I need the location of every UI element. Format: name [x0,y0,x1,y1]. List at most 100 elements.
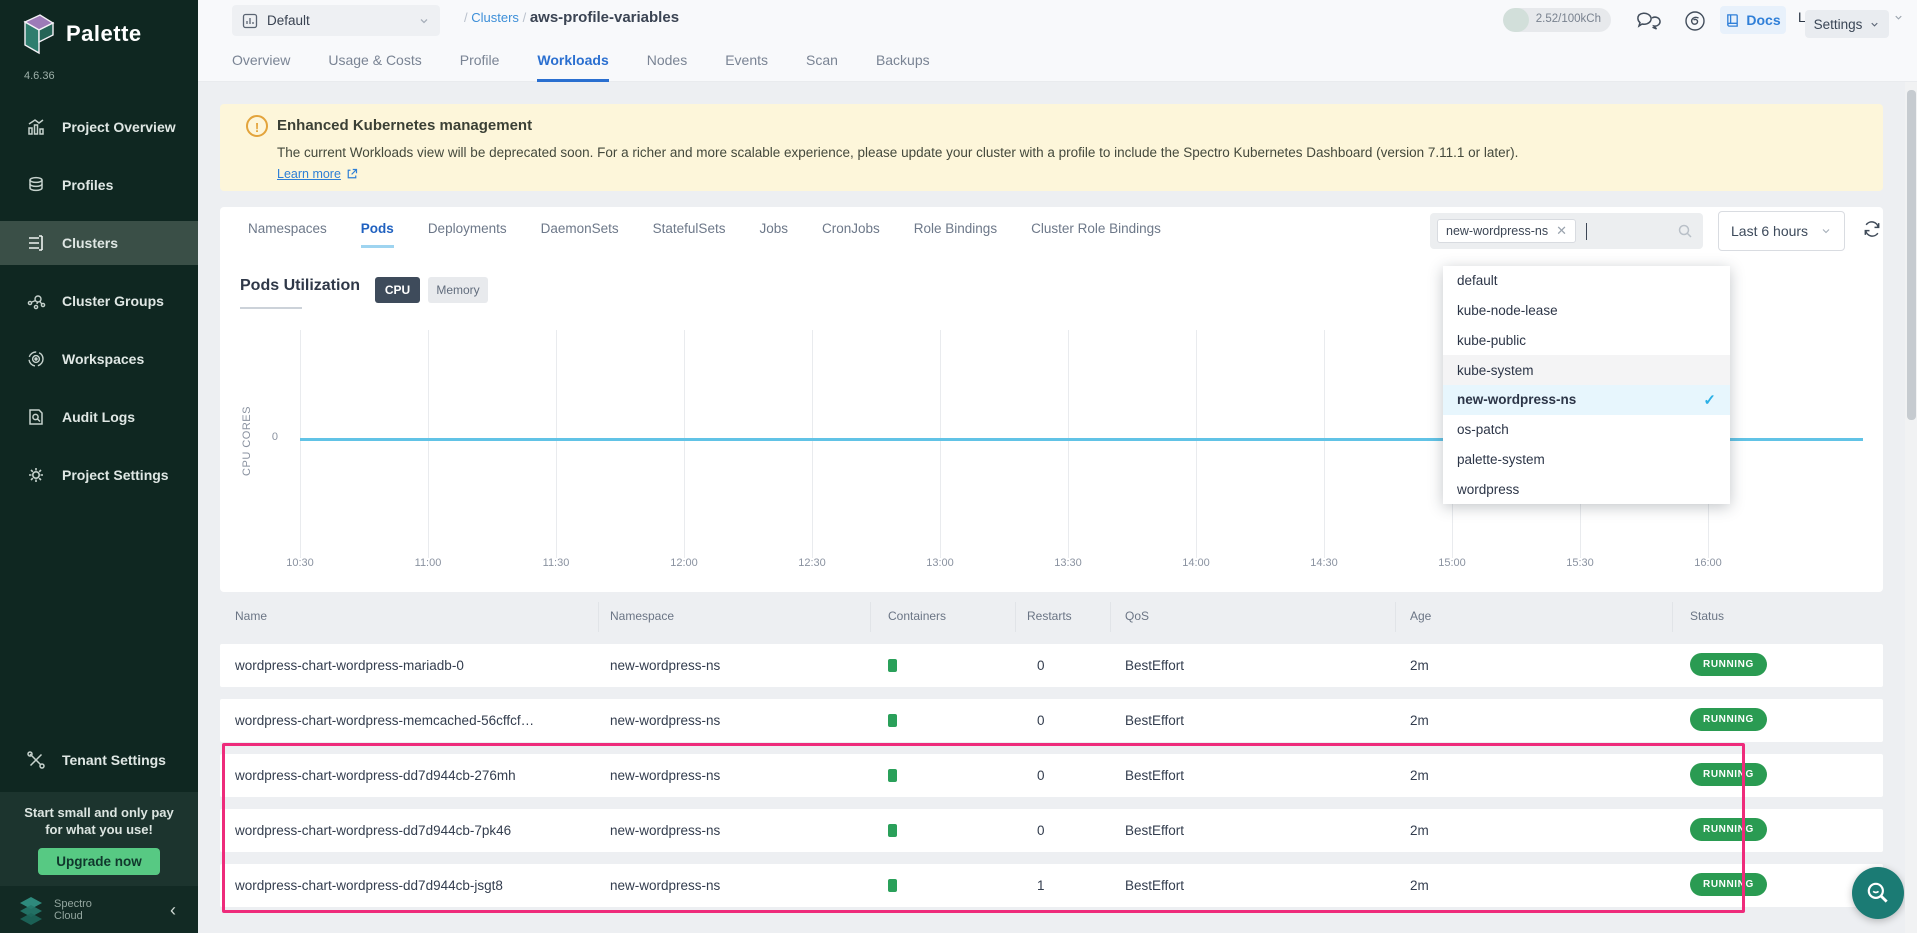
pod-namespace: new-wordpress-ns [610,768,720,783]
table-row[interactable]: wordpress-chart-wordpress-dd7d944cb-jsgt… [220,864,1883,907]
sidebar-item-project-settings[interactable]: Project Settings [0,453,198,497]
dropdown-option-new-wordpress-ns[interactable]: new-wordpress-ns ✓ [1443,385,1730,415]
dropdown-option-wordpress[interactable]: wordpress [1443,474,1730,504]
dropdown-option-kube-public[interactable]: kube-public [1443,326,1730,356]
dropdown-option-kube-node-lease[interactable]: kube-node-lease [1443,296,1730,326]
cpu-toggle-button[interactable]: CPU [375,277,420,303]
subtab-deployments[interactable]: Deployments [428,221,507,248]
breadcrumb: / Clusters / aws-profile-variables [464,9,679,26]
banner-title: Enhanced Kubernetes management [277,117,532,134]
chat-icon[interactable] [1636,10,1661,37]
subtab-statefulsets[interactable]: StatefulSets [653,221,726,248]
subtab-jobs[interactable]: Jobs [759,221,788,248]
book-icon [1725,13,1740,28]
tab-backups[interactable]: Backups [876,41,930,82]
col-header-containers: Containers [888,609,946,623]
palette-logo-icon [22,13,56,55]
container-indicator [888,769,897,782]
sidebar-item-audit-logs[interactable]: Audit Logs [0,395,198,439]
settings-button[interactable]: Settings [1805,10,1889,38]
sidebar-item-project-overview[interactable]: Project Overview [0,105,198,149]
pod-name: wordpress-chart-wordpress-dd7d944cb-jsgt… [235,878,503,893]
workspaces-icon [26,349,46,369]
tab-nodes[interactable]: Nodes [647,41,687,82]
sidebar-item-label: Tenant Settings [62,752,166,768]
table-row[interactable]: wordpress-chart-wordpress-dd7d944cb-7pk4… [220,809,1883,852]
external-link-icon [346,168,358,180]
pod-namespace: new-wordpress-ns [610,823,720,838]
status-badge: RUNNING [1690,653,1767,676]
subtab-pods[interactable]: Pods [361,221,394,248]
docs-label: Docs [1746,12,1780,28]
x-axis-tick: 13:30 [1046,557,1090,569]
sidebar-item-cluster-groups[interactable]: Cluster Groups [0,279,198,323]
sidebar-item-label: Audit Logs [62,409,135,425]
table-row[interactable]: wordpress-chart-wordpress-dd7d944cb-276m… [220,754,1883,797]
pod-qos: BestEffort [1125,878,1184,893]
pod-restarts: 0 [1037,768,1045,783]
dropdown-option-kube-system[interactable]: kube-system [1443,355,1730,385]
project-scope-select[interactable]: Default [232,5,440,36]
tab-profile[interactable]: Profile [460,41,500,82]
docs-button[interactable]: Docs [1720,6,1786,34]
memory-toggle-button[interactable]: Memory [428,277,488,303]
table-row[interactable]: wordpress-chart-wordpress-mariadb-0 new-… [220,644,1883,687]
breadcrumb-current: aws-profile-variables [530,9,679,26]
subtab-namespaces[interactable]: Namespaces [248,221,327,248]
spectro-cloud-logo-icon [18,895,44,925]
support-chat-button[interactable] [1852,867,1904,919]
tab-usage-costs[interactable]: Usage & Costs [328,41,421,82]
tab-scan[interactable]: Scan [806,41,838,82]
x-axis-tick: 12:30 [790,557,834,569]
subtab-cluster-role-bindings[interactable]: Cluster Role Bindings [1031,221,1161,248]
refresh-icon[interactable] [1862,219,1882,244]
sidebar-item-tenant-settings[interactable]: Tenant Settings [0,738,198,782]
x-axis-tick: 15:30 [1558,557,1602,569]
container-square-icon [888,714,897,727]
dropdown-option-os-patch[interactable]: os-patch [1443,415,1730,445]
sidebar-item-clusters[interactable]: Clusters [0,221,198,265]
container-square-icon [888,769,897,782]
col-header-status: Status [1690,609,1724,623]
tab-overview[interactable]: Overview [232,41,290,82]
tab-events[interactable]: Events [725,41,768,82]
sidebar-collapse-chevron[interactable]: ‹ [170,901,176,919]
scrollbar-thumb[interactable] [1907,90,1916,420]
sidebar-item-workspaces[interactable]: Workspaces [0,337,198,381]
section-title: Pods Utilization [240,277,360,295]
container-square-icon [888,824,897,837]
breadcrumb-clusters-link[interactable]: Clusters [471,10,519,25]
container-indicator [888,879,897,892]
sidebar-item-profiles[interactable]: Profiles [0,163,198,207]
namespace-filter-input[interactable]: new-wordpress-ns ✕ [1430,213,1703,249]
subtab-daemonsets[interactable]: DaemonSets [541,221,619,248]
sidebar: Palette 4.6.36 Project Overview Profiles… [0,0,198,933]
text-cursor [1586,223,1587,240]
subtab-cronjobs[interactable]: CronJobs [822,221,880,248]
table-row[interactable]: wordpress-chart-wordpress-memcached-56cf… [220,699,1883,742]
banner-body: The current Workloads view will be depre… [277,145,1518,160]
tab-workloads[interactable]: Workloads [537,41,608,82]
cluster-groups-icon [26,291,46,311]
chevron-down-icon [1820,225,1832,237]
time-range-select[interactable]: Last 6 hours [1718,211,1845,251]
pod-name: wordpress-chart-wordpress-dd7d944cb-7pk4… [235,823,511,838]
vertical-scrollbar[interactable] [1905,82,1917,933]
help-icon[interactable] [1684,10,1706,37]
x-axis-tick: 13:00 [918,557,962,569]
status-badge: RUNNING [1690,873,1767,896]
dropdown-option-default[interactable]: default [1443,266,1730,296]
pod-namespace: new-wordpress-ns [610,713,720,728]
upgrade-now-button[interactable]: Upgrade now [38,848,160,875]
chip-remove-icon[interactable]: ✕ [1556,223,1567,239]
pod-age: 2m [1410,878,1429,893]
settings-label: Settings [1814,17,1863,32]
container-indicator [888,714,897,727]
chevron-down-icon [1869,19,1880,30]
dropdown-option-palette-system[interactable]: palette-system [1443,445,1730,475]
sidebar-item-label: Project Overview [62,119,176,135]
subtab-role-bindings[interactable]: Role Bindings [914,221,997,248]
usage-progress [1503,8,1529,32]
time-range-value: Last 6 hours [1731,223,1808,239]
learn-more-link[interactable]: Learn more [277,167,358,181]
